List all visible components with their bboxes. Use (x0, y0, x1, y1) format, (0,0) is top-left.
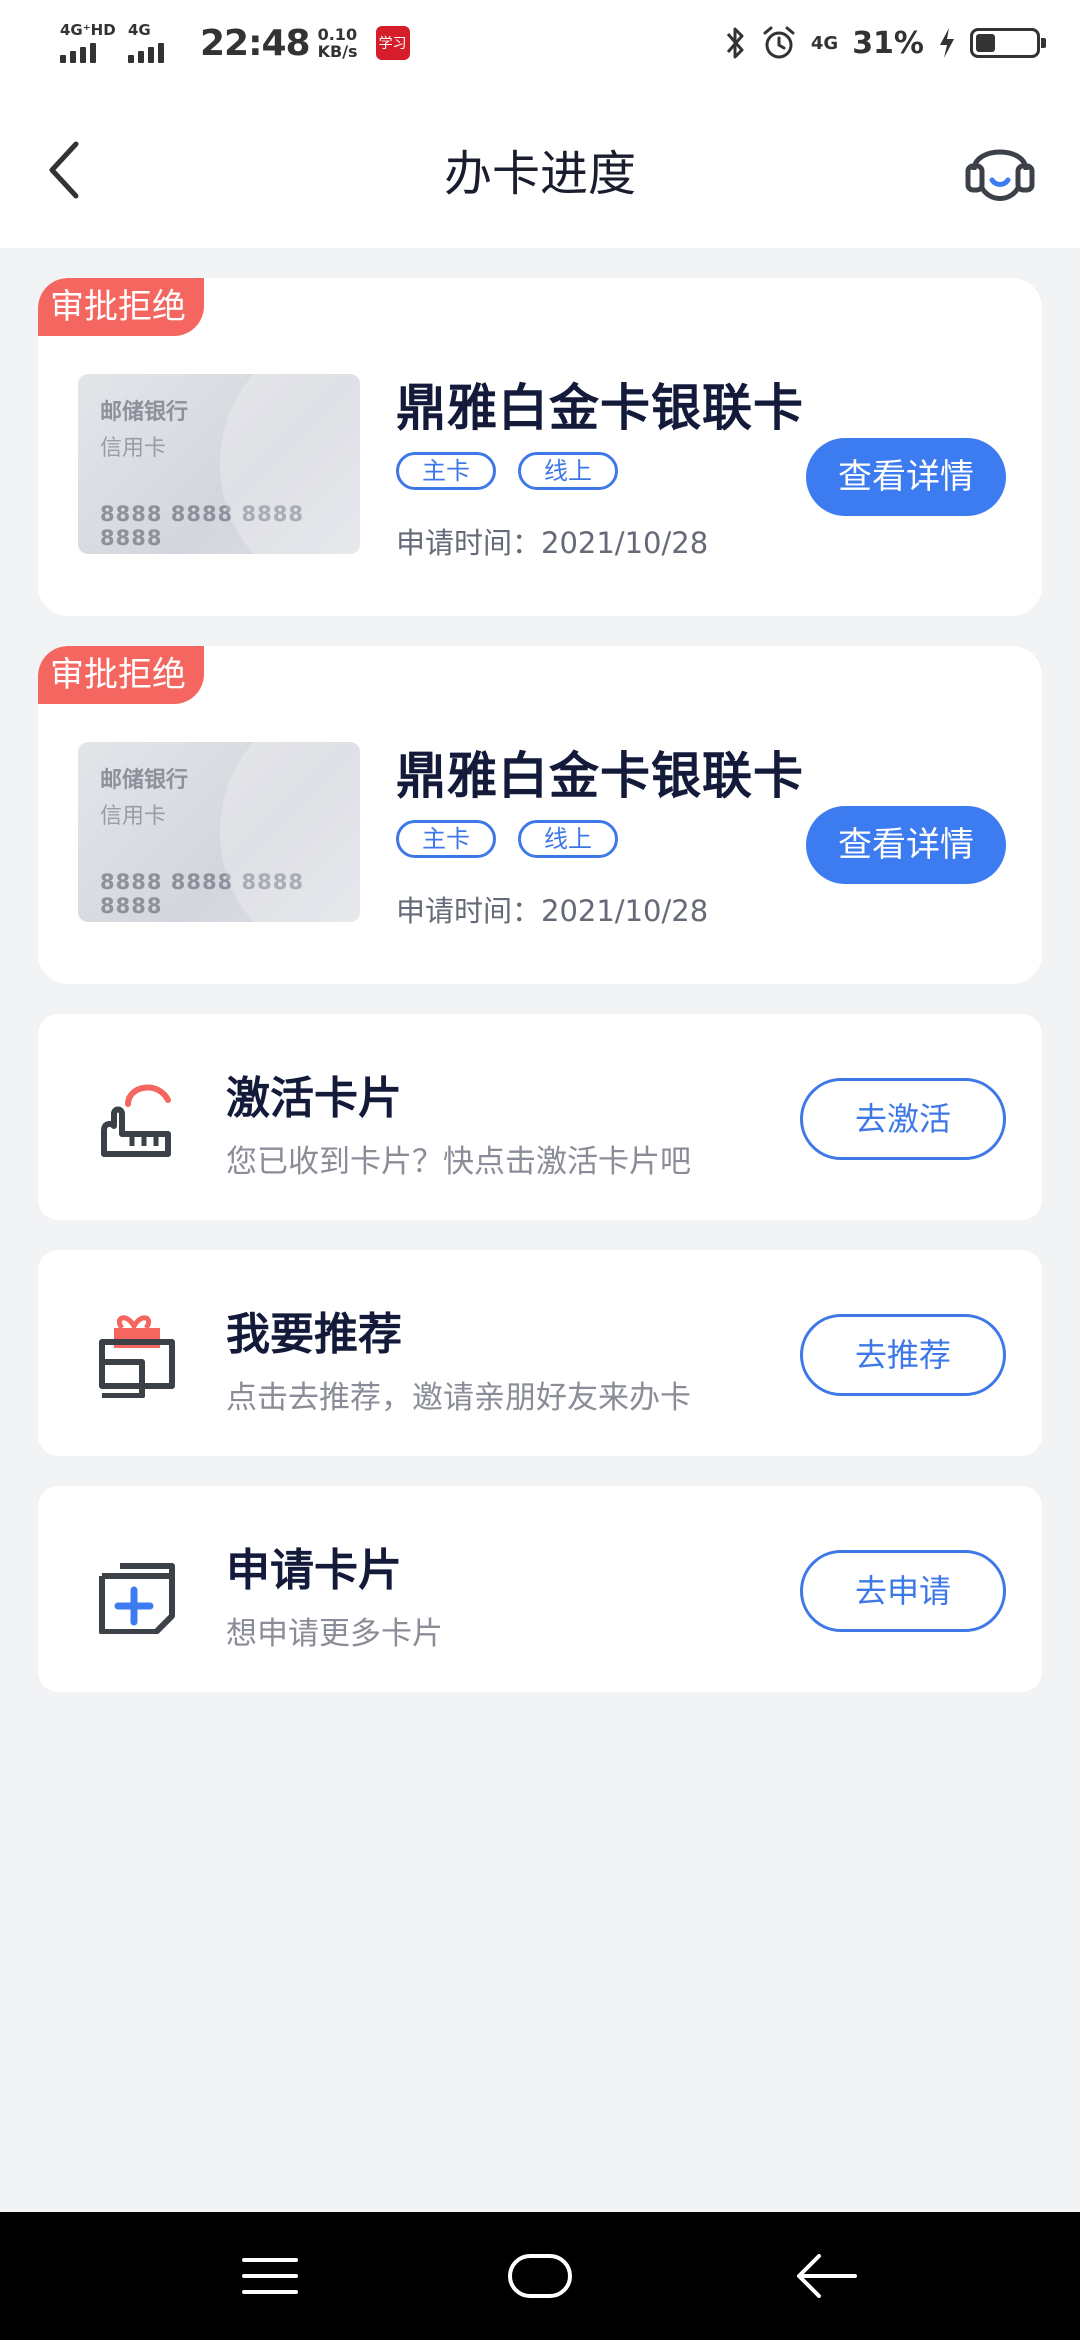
back-arrow-icon (797, 2254, 857, 2298)
card-tags: 主卡 线上 (396, 820, 618, 858)
action-subtitle: 想申请更多卡片 (226, 1616, 443, 1652)
card-bank-name: 邮储银行 (100, 400, 189, 425)
credit-card-image: 邮储银行 信用卡 8888 8888 8888 8888 (78, 742, 360, 922)
status-badge: 审批拒绝 (38, 278, 204, 336)
application-card: 审批拒绝 邮储银行 信用卡 8888 8888 8888 8888 鼎雅白金卡银… (38, 278, 1042, 616)
action-title: 激活卡片 (226, 1073, 402, 1124)
clock: 22:48 (200, 22, 311, 64)
system-navigation-bar (0, 2212, 1080, 2340)
bluetooth-icon (726, 27, 744, 59)
signal-icon (128, 43, 164, 63)
network-speed: 0.10 KB/s (318, 26, 358, 60)
network-type: 4G (810, 32, 839, 54)
sim2-signal: 4G (126, 21, 188, 65)
top-nav-bar: 办卡进度 (0, 84, 1080, 248)
activate-button[interactable]: 去激活 (800, 1078, 1006, 1160)
apply-card-icon (99, 1563, 175, 1634)
home-icon (508, 2254, 572, 2298)
status-left: 4G⁺HD 4G 22:48 0.10 KB/s 学习 (58, 18, 410, 68)
system-back-button[interactable] (785, 2246, 865, 2306)
action-title: 我要推荐 (226, 1309, 402, 1360)
apply-button[interactable]: 去申请 (800, 1550, 1006, 1632)
card-tags: 主卡 线上 (396, 452, 618, 490)
card-bank-name: 邮储银行 (100, 768, 189, 793)
speed-value: 0.10 (317, 25, 358, 44)
apply-time: 申请时间：2021/10/28 (396, 526, 709, 560)
sim2-label: 4G (128, 21, 151, 39)
menu-icon (242, 2258, 298, 2294)
home-button[interactable] (500, 2246, 580, 2306)
alarm-icon (763, 26, 795, 59)
customer-service-button[interactable] (960, 128, 1040, 208)
menu-button[interactable] (230, 2246, 310, 2306)
signal-icon (60, 43, 96, 63)
tag-main-card: 主卡 (396, 452, 496, 490)
activate-card-icon (101, 1084, 171, 1157)
view-details-button[interactable]: 查看详情 (806, 438, 1006, 516)
card-number: 8888 8888 8888 8888 (100, 502, 304, 550)
recommend-button[interactable]: 去推荐 (800, 1314, 1006, 1396)
status-right: 4G 31% (725, 18, 1046, 68)
card-type: 信用卡 (100, 436, 167, 461)
credit-card-image: 邮储银行 信用卡 8888 8888 8888 8888 (78, 374, 360, 554)
tag-main-card: 主卡 (396, 820, 496, 858)
apply-time: 申请时间：2021/10/28 (396, 894, 709, 928)
speed-unit: KB/s (317, 42, 358, 61)
battery-percent: 31% (852, 25, 924, 61)
action-title: 申请卡片 (226, 1545, 402, 1596)
sim1-label: 4G⁺HD (60, 21, 116, 39)
card-product-name: 鼎雅白金卡银联卡 (396, 379, 804, 437)
card-product-name: 鼎雅白金卡银联卡 (396, 747, 804, 805)
headset-icon (965, 149, 1035, 201)
view-details-button[interactable]: 查看详情 (806, 806, 1006, 884)
status-badge: 审批拒绝 (38, 646, 204, 704)
notification-app-icon: 学习 (375, 26, 410, 60)
tag-online: 线上 (518, 452, 618, 490)
recommend-row: 我要推荐 点击去推荐，邀请亲朋好友来办卡 去推荐 (38, 1250, 1042, 1456)
application-card: 审批拒绝 邮储银行 信用卡 8888 8888 8888 8888 鼎雅白金卡银… (38, 646, 1042, 984)
card-number: 8888 8888 8888 8888 (100, 870, 304, 918)
action-subtitle: 您已收到卡片？快点击激活卡片吧 (226, 1144, 691, 1180)
activate-card-row: 激活卡片 您已收到卡片？快点击激活卡片吧 去激活 (38, 1014, 1042, 1220)
apply-card-row: 申请卡片 想申请更多卡片 去申请 (38, 1486, 1042, 1692)
action-subtitle: 点击去推荐，邀请亲朋好友来办卡 (226, 1380, 691, 1416)
card-type: 信用卡 (100, 804, 167, 829)
battery-icon (970, 28, 1046, 58)
page-title: 办卡进度 (443, 146, 636, 202)
app-badge-text: 学习 (378, 36, 407, 52)
status-bar: 4G⁺HD 4G 22:48 0.10 KB/s 学习 4G 31% (0, 0, 1080, 84)
charging-icon (940, 28, 954, 58)
gift-recommend-icon (99, 1315, 175, 1398)
tag-online: 线上 (518, 820, 618, 858)
sim1-signal: 4G⁺HD (58, 21, 120, 65)
